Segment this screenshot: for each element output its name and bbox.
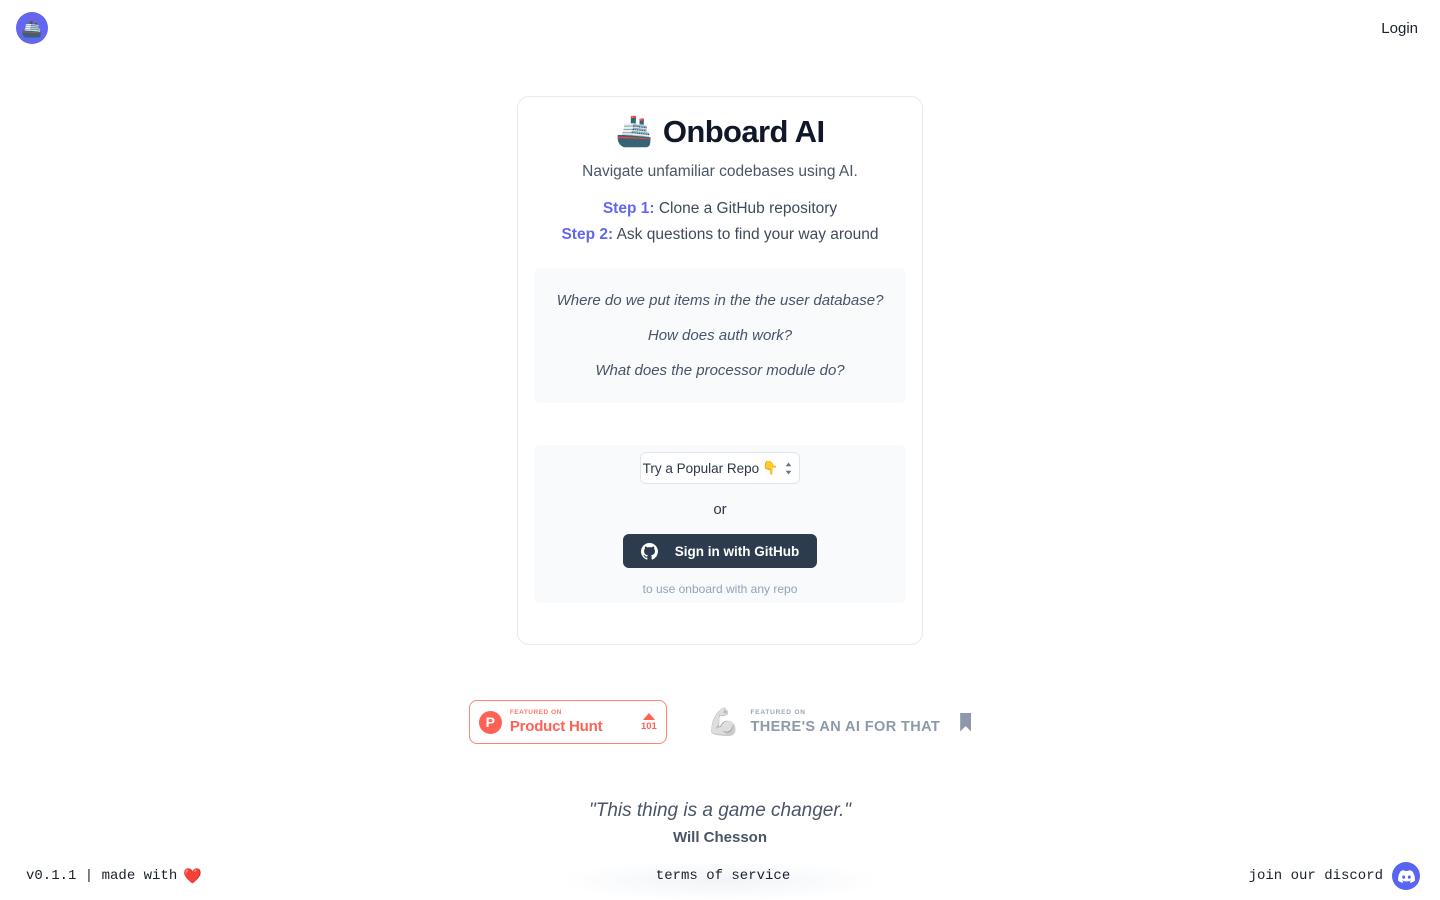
upvote-arrow-icon — [642, 712, 655, 720]
login-link[interactable]: Login — [1381, 20, 1418, 37]
github-icon — [640, 542, 658, 560]
or-separator-label: or — [713, 501, 727, 518]
footer-version-text: v0.1.1 | made with — [26, 868, 178, 884]
example-question-1[interactable]: Where do we put items in the the user da… — [548, 292, 892, 309]
actions-panel: Try a Popular Repo 👇 or Sign in with Git… — [534, 445, 906, 603]
taaft-name: THERE'S AN AI FOR THAT — [750, 718, 941, 735]
top-navigation-bar: 🚢 Login — [0, 0, 1440, 56]
footer-bar: v0.1.1 | made with ❤️ terms of service j… — [0, 852, 1440, 900]
page-title: Onboard AI — [662, 114, 825, 149]
github-helper-text: to use onboard with any repo — [642, 582, 798, 596]
step-item-1: Step 1: Clone a GitHub repository — [534, 200, 906, 218]
ship-icon: 🚢 — [21, 18, 43, 38]
product-hunt-upvote[interactable]: 101 — [640, 712, 657, 732]
bookmark-icon — [960, 712, 972, 732]
step-1-label: Step 1: — [602, 200, 655, 217]
example-questions-panel: Where do we put items in the the user da… — [534, 268, 906, 403]
product-hunt-badge[interactable]: P FEATURED ON Product Hunt 101 — [468, 700, 667, 744]
sign-in-with-github-button[interactable]: Sign in with GitHub — [623, 534, 817, 568]
theres-an-ai-for-that-badge[interactable]: 💪 FEATURED ON THERE'S AN AI FOR THAT — [706, 706, 972, 737]
discord-icon — [1397, 869, 1415, 883]
product-hunt-upvote-count: 101 — [640, 720, 657, 732]
sign-in-with-github-label: Sign in with GitHub — [674, 543, 800, 559]
testimonial-quote: "This thing is a game changer." — [588, 800, 852, 821]
chevron-updown-icon — [784, 461, 793, 476]
product-hunt-name: Product Hunt — [509, 717, 603, 735]
product-hunt-text: FEATURED ON Product Hunt — [510, 710, 633, 734]
terms-of-service-link[interactable]: terms of service — [656, 868, 790, 884]
popular-repo-select[interactable]: Try a Popular Repo 👇 — [640, 452, 800, 484]
step-item-2: Step 2: Ask questions to find your way a… — [534, 226, 906, 244]
pointing-down-icon: 👇 — [762, 460, 779, 475]
testimonial-author: Will Chesson — [672, 829, 768, 846]
footer-version: v0.1.1 | made with ❤️ — [26, 867, 656, 886]
ship-icon: 🚢 — [615, 115, 653, 148]
footer-discord: join our discord — [790, 862, 1421, 890]
heart-icon: ❤️ — [183, 868, 202, 886]
brand-header: 🚢 Onboard AI — [534, 114, 906, 150]
onboard-main-card: 🚢 Onboard AI Navigate unfamiliar codebas… — [517, 96, 923, 645]
product-hunt-icon: P — [478, 710, 502, 734]
step-2-label: Step 2: — [561, 226, 614, 243]
flexed-biceps-icon: 💪 — [706, 706, 741, 737]
step-2-text: Ask questions to find your way around — [616, 226, 879, 243]
step-1-text: Clone a GitHub repository — [658, 200, 838, 217]
steps-list: Step 1: Clone a GitHub repository Step 2… — [534, 200, 906, 244]
theres-an-ai-for-that-text: FEATURED ON THERE'S AN AI FOR THAT — [750, 709, 941, 735]
featured-badges-row: P FEATURED ON Product Hunt 101 💪 FEATURE… — [0, 700, 1440, 744]
taaft-featured-label: FEATURED ON — [750, 709, 806, 716]
popular-repo-select-value: Try a Popular Repo — [642, 460, 760, 476]
example-question-2[interactable]: How does auth work? — [548, 327, 892, 344]
tagline: Navigate unfamiliar codebases using AI. — [582, 163, 858, 180]
join-discord-label[interactable]: join our discord — [1249, 868, 1383, 884]
discord-button[interactable] — [1392, 862, 1421, 890]
product-hunt-featured-label: FEATURED ON — [509, 709, 562, 717]
testimonial-section: "This thing is a game changer." Will Che… — [0, 800, 1440, 846]
onboard-ai-logo-avatar[interactable]: 🚢 — [16, 12, 48, 44]
example-question-3[interactable]: What does the processor module do? — [548, 362, 892, 379]
